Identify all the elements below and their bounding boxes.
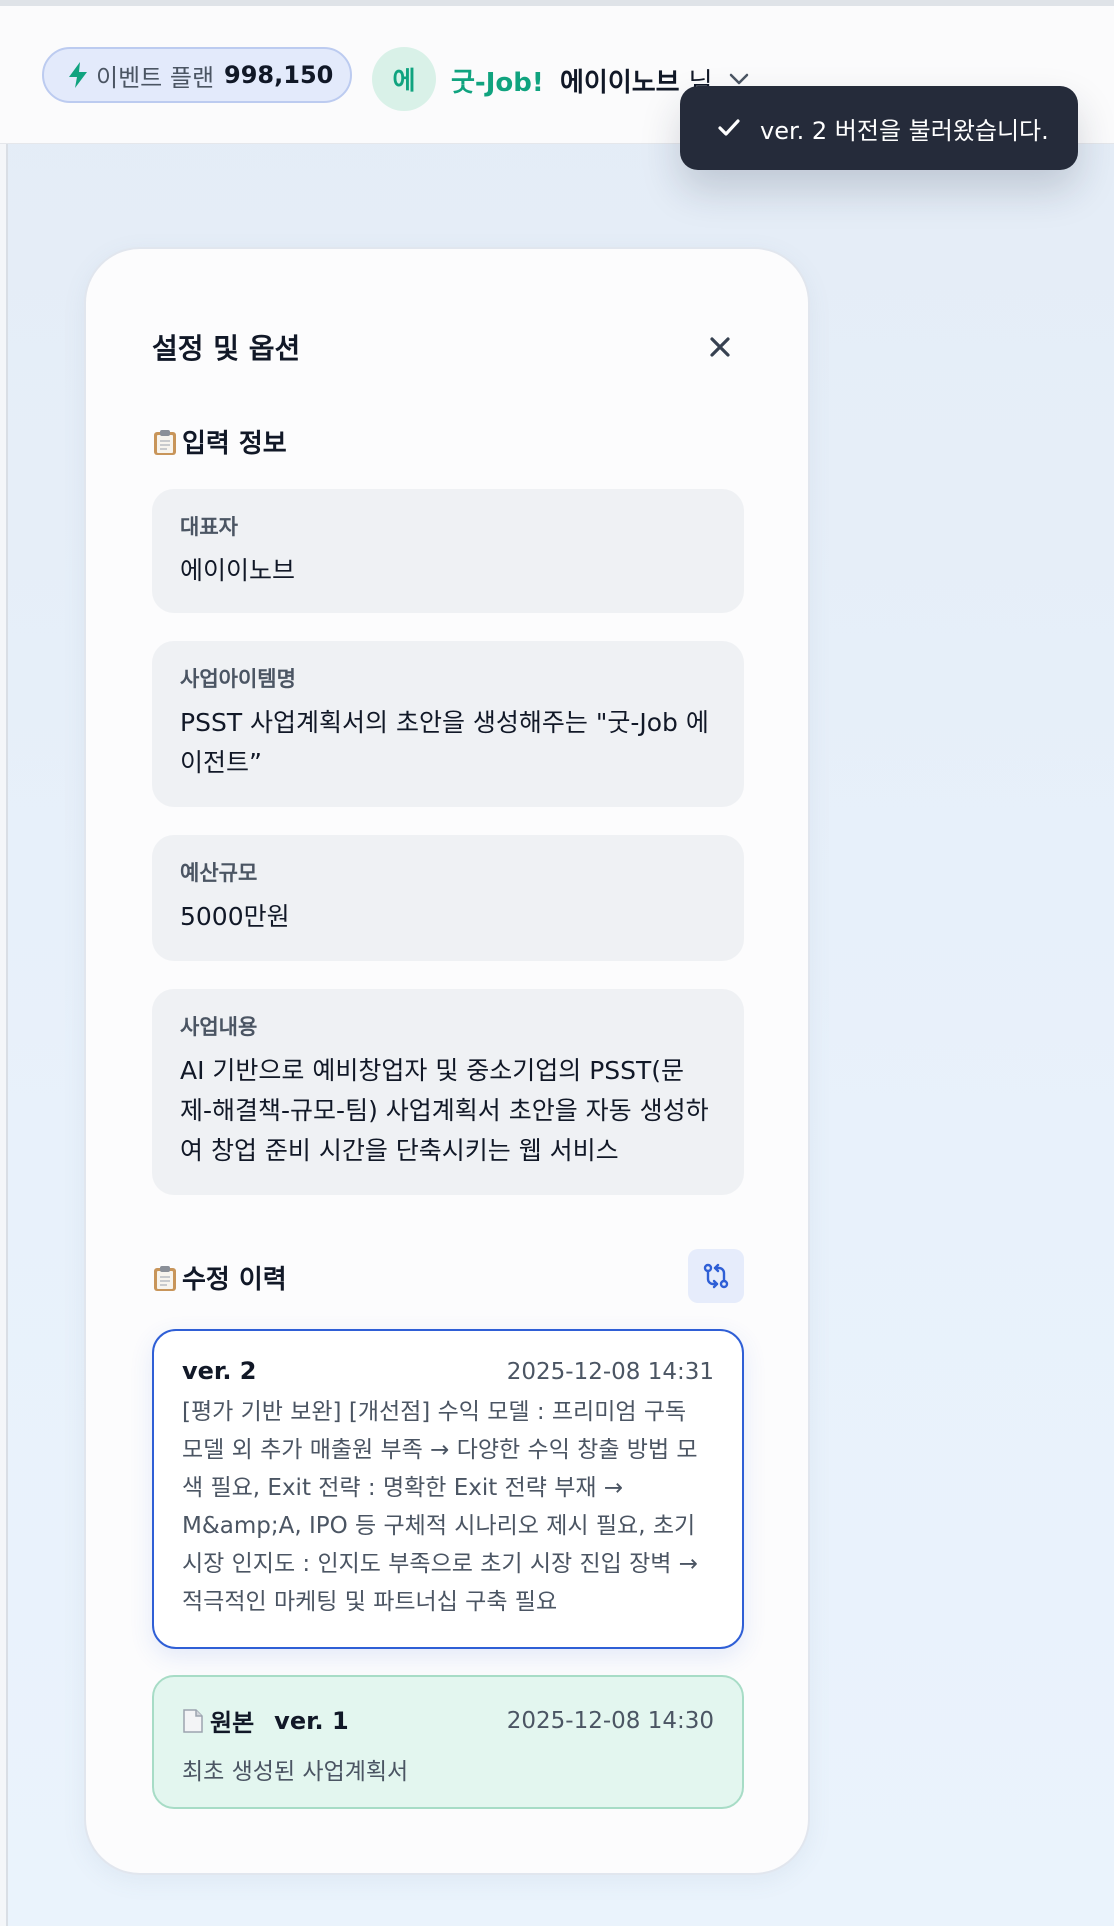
brand-name: 굿-Job!: [451, 68, 544, 98]
field-value: PSST 사업계획서의 초안을 생성해주는 "굿-Job 에이전트”: [180, 708, 709, 777]
field-value: AI 기반으로 예비창업자 및 중소기업의 PSST(문제-해결책-규모-팀) …: [180, 1056, 709, 1165]
version-title: 원본 ver. 1: [182, 1703, 349, 1738]
field-label: 사업아이템명: [180, 667, 296, 691]
compare-versions-button[interactable]: [688, 1249, 744, 1303]
info-field-item-name: 사업아이템명 PSST 사업계획서의 초안을 생성해주는 "굿-Job 에이전트…: [152, 641, 744, 807]
username: 에이이노브: [560, 68, 680, 98]
info-field-description: 사업내용 AI 기반으로 예비창업자 및 중소기업의 PSST(문제-해결책-규…: [152, 989, 744, 1195]
plan-label: 이벤트 플랜: [96, 63, 215, 92]
close-icon[interactable]: [706, 333, 734, 361]
field-label: 대표자: [180, 515, 238, 539]
version-date: 2025-12-08 14:30: [506, 1707, 714, 1734]
toast-message: ver. 2 버전을 불러왔습니다.: [760, 116, 1049, 145]
version-name: ver. 2: [182, 1357, 257, 1385]
version-card-original[interactable]: 원본 ver. 1 2025-12-08 14:30 최초 생성된 사업계획서: [152, 1675, 744, 1809]
version-name: ver. 1: [274, 1706, 349, 1735]
input-section-label: 입력 정보: [182, 429, 287, 459]
panel-title: 설정 및 옵션: [152, 332, 301, 365]
info-field-budget: 예산규모 5000만원: [152, 835, 744, 961]
clipboard-icon: [154, 1265, 176, 1291]
version-description: [평가 기반 보완] [개선점] 수익 모델 : 프리미엄 구독 모델 외 추가…: [182, 1399, 699, 1615]
input-section-title: 입력 정보: [152, 423, 287, 460]
plan-points: 998,150: [224, 61, 334, 89]
version-description: 최초 생성된 사업계획서: [182, 1759, 409, 1785]
history-section-label: 수정 이력: [182, 1265, 287, 1295]
field-value: 5000만원: [180, 902, 290, 931]
version-header: 원본 ver. 1 2025-12-08 14:30: [182, 1703, 714, 1738]
version-card-selected[interactable]: ver. 2 2025-12-08 14:31 [평가 기반 보완] [개선점]…: [152, 1329, 744, 1649]
original-badge: 원본: [210, 1709, 255, 1737]
check-icon: [718, 119, 740, 136]
compare-arrows-icon: [703, 1263, 729, 1289]
document-icon: [183, 1708, 203, 1733]
lightning-icon: [69, 62, 87, 88]
history-section-title: 수정 이력: [152, 1259, 287, 1296]
field-label: 사업내용: [180, 1015, 258, 1039]
toast-notification: ver. 2 버전을 불러왔습니다.: [680, 86, 1078, 170]
clipboard-icon: [154, 429, 176, 455]
plan-badge[interactable]: 이벤트 플랜 998,150: [42, 47, 352, 103]
version-date: 2025-12-08 14:31: [506, 1359, 714, 1385]
avatar[interactable]: 에: [372, 47, 436, 111]
left-panel-edge: [0, 144, 8, 1926]
info-field-representative: 대표자 에이이노브: [152, 489, 744, 613]
settings-panel: 설정 및 옵션 입력 정보 대표자 에이이노브 사업아이템명 PSST 사업계획…: [84, 247, 810, 1875]
version-header: ver. 2 2025-12-08 14:31: [182, 1357, 714, 1385]
field-value: 에이이노브: [180, 556, 296, 585]
field-label: 예산규모: [180, 861, 258, 885]
